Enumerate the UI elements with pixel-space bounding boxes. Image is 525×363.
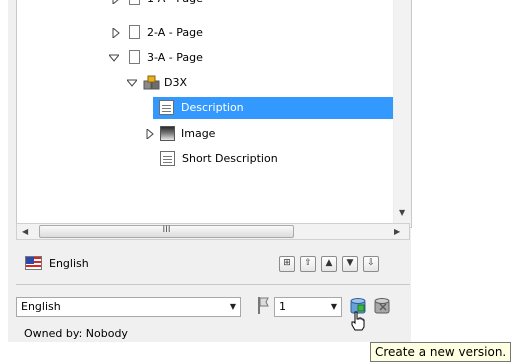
image-icon bbox=[160, 126, 175, 141]
delete-version-icon[interactable] bbox=[372, 296, 392, 316]
tree-item-label: D3X bbox=[164, 76, 188, 89]
version-panel: 1-A - Page 2-A - Page 3-A - Page D3X bbox=[8, 0, 412, 342]
tree-item-label: Description bbox=[181, 101, 244, 114]
move-down-icon[interactable]: ▼ bbox=[342, 256, 358, 272]
tree-item-description[interactable]: Description bbox=[153, 97, 394, 119]
expand-arrow-icon[interactable] bbox=[111, 28, 121, 38]
tree-item-image[interactable]: Image bbox=[17, 123, 394, 145]
page-tree[interactable]: 1-A - Page 2-A - Page 3-A - Page D3X bbox=[16, 0, 412, 228]
document-icon bbox=[159, 100, 174, 115]
owner-label: Owned by: Nobody bbox=[24, 327, 128, 340]
tooltip-text: Create a new version. bbox=[375, 345, 507, 359]
tree-item-short-description[interactable]: Short Description bbox=[17, 148, 394, 170]
collapse-arrow-icon[interactable] bbox=[127, 78, 137, 88]
expand-arrow-icon[interactable] bbox=[145, 129, 155, 139]
tree-item-label: Short Description bbox=[182, 152, 278, 165]
horizontal-scrollbar[interactable]: ◀ III ▶ bbox=[16, 223, 410, 240]
tree-item-d3x[interactable]: D3X bbox=[17, 72, 394, 94]
scrollbar-grip: III bbox=[162, 225, 171, 235]
chevron-down-icon[interactable]: ▼ bbox=[331, 298, 337, 316]
expand-arrow-icon[interactable] bbox=[111, 0, 121, 4]
flag-icon[interactable] bbox=[256, 296, 270, 315]
move-top-icon[interactable]: ⇧ bbox=[300, 256, 316, 272]
version-select-value: 1 bbox=[279, 300, 286, 313]
scrollbar-thumb[interactable]: III bbox=[39, 225, 294, 238]
scroll-left-icon[interactable]: ◀ bbox=[22, 227, 28, 236]
tree-item-1a-page[interactable]: 1-A - Page bbox=[17, 0, 394, 10]
move-up-icon[interactable]: ▲ bbox=[321, 256, 337, 272]
tree-item-3a-page[interactable]: 3-A - Page bbox=[17, 47, 394, 69]
document-icon bbox=[160, 151, 175, 166]
divider bbox=[16, 284, 410, 285]
vertical-scrollbar[interactable]: ▼ bbox=[393, 0, 411, 226]
page-icon bbox=[129, 25, 140, 39]
tree-view-icon[interactable]: ⊞ bbox=[279, 256, 295, 272]
page-icon bbox=[129, 0, 140, 5]
scroll-right-icon[interactable]: ▶ bbox=[394, 227, 400, 236]
chevron-down-icon[interactable]: ▼ bbox=[230, 298, 236, 316]
language-select[interactable]: English ▼ bbox=[16, 297, 241, 317]
tree-item-2a-page[interactable]: 2-A - Page bbox=[17, 22, 394, 44]
collapse-arrow-icon[interactable] bbox=[109, 53, 119, 63]
tooltip: Create a new version. bbox=[370, 342, 512, 362]
us-flag-icon bbox=[25, 256, 42, 270]
version-select[interactable]: 1 ▼ bbox=[274, 297, 342, 317]
language-label: English bbox=[49, 257, 89, 270]
tree-item-label: 2-A - Page bbox=[147, 26, 203, 39]
move-bottom-icon[interactable]: ⇩ bbox=[363, 256, 379, 272]
tree-item-label: 3-A - Page bbox=[147, 51, 203, 64]
hand-cursor-icon bbox=[351, 311, 365, 331]
component-icon bbox=[143, 75, 160, 90]
page-icon bbox=[129, 50, 140, 64]
tree-item-label: Image bbox=[181, 127, 216, 140]
language-select-value: English bbox=[21, 300, 61, 313]
scroll-down-icon[interactable]: ▼ bbox=[399, 208, 405, 217]
tree-item-label: 1-A - Page bbox=[147, 0, 203, 10]
